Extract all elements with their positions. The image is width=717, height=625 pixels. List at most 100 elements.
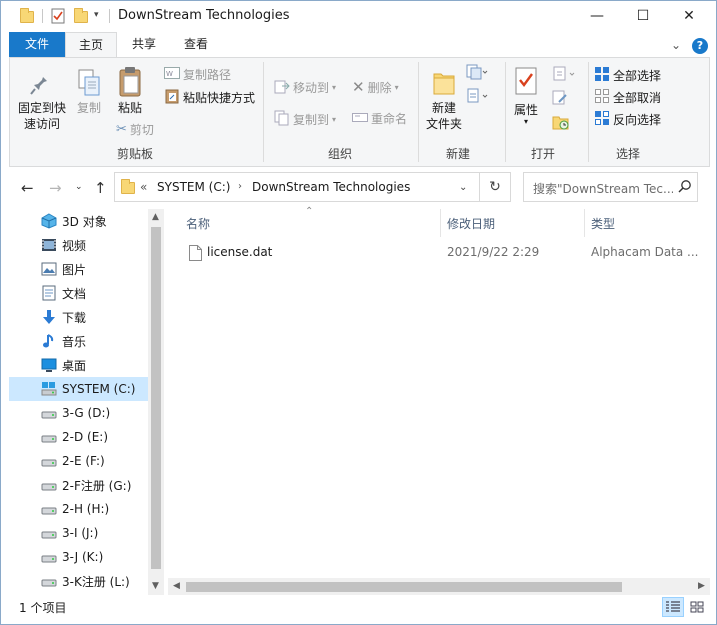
paste-shortcut-button[interactable]: 粘贴快捷方式 (164, 88, 255, 107)
new-folder-label: 新建 文件夹 (425, 101, 462, 131)
select-none-button[interactable]: 全部取消 (594, 88, 661, 107)
maximize-button[interactable]: ☐ (620, 1, 666, 31)
paste-icon (112, 66, 148, 100)
nav-item-drive-j[interactable]: 3-I (J:) (9, 521, 149, 545)
forward-arrow-icon[interactable]: → (49, 179, 62, 197)
address-dropdown-icon[interactable]: ⌄ (459, 182, 467, 193)
chevron-down-icon[interactable]: ⌄ (671, 38, 681, 52)
easy-access-icon (466, 88, 488, 107)
scissors-icon: ✂ (116, 122, 127, 137)
copy-button[interactable]: 复制 (70, 68, 108, 116)
details-view-icon[interactable] (662, 597, 684, 617)
close-button[interactable]: ✕ (666, 1, 712, 31)
copy-path-button[interactable]: W 复制路径 (164, 66, 231, 83)
nav-item-drive-d[interactable]: 3-G (D:) (9, 401, 149, 425)
nav-item-drive-h[interactable]: 2-H (H:) (9, 497, 149, 521)
content-scrollbar-thumb[interactable] (186, 582, 622, 592)
column-header-type[interactable]: 类型 (591, 215, 615, 232)
search-input[interactable]: 搜索"DownStream Tec... (533, 180, 673, 197)
column-header-name[interactable]: 名称 (186, 215, 210, 232)
pin-label: 固定到快 速访问 (17, 101, 66, 131)
tab-share[interactable]: 共享 (121, 32, 167, 58)
delete-button[interactable]: ✕ 删除 ▾ (352, 78, 399, 96)
copy-to-button[interactable]: 复制到 ▾ (274, 110, 336, 129)
select-none-label: 全部取消 (613, 91, 662, 105)
easy-access-button[interactable] (466, 88, 488, 107)
history-button[interactable] (552, 114, 570, 133)
invert-selection-button[interactable]: 反向选择 (594, 110, 661, 129)
nav-item-drive-l[interactable]: 3-K注册 (L:) (9, 569, 149, 593)
delete-label: 删除 (367, 80, 392, 95)
nav-item-downloads[interactable]: 下载 (9, 305, 149, 329)
invert-selection-icon (594, 110, 610, 129)
nav-item-drive-g[interactable]: 2-F注册 (G:) (9, 473, 149, 497)
back-arrow-icon[interactable]: ← (21, 179, 34, 197)
refresh-icon[interactable]: ↻ (480, 172, 511, 202)
nav-item-drive-k[interactable]: 3-J (K:) (9, 545, 149, 569)
new-item-button[interactable] (466, 64, 488, 83)
tab-file[interactable]: 文件 (9, 32, 65, 58)
nav-item-music[interactable]: 音乐 (9, 329, 149, 353)
group-open-label: 打开 (530, 147, 555, 161)
nav-item-pictures[interactable]: 图片 (9, 257, 149, 281)
scroll-left-icon[interactable]: ◀ (173, 581, 180, 591)
copy-icon (70, 68, 108, 100)
tab-view[interactable]: 查看 (173, 32, 219, 58)
rename-button[interactable]: 重命名 (352, 110, 407, 127)
up-arrow-icon[interactable]: ↑ (94, 179, 107, 197)
tab-home[interactable]: 主页 (65, 32, 117, 58)
nav-scrollbar-thumb[interactable] (151, 227, 161, 569)
new-folder-quick-icon[interactable] (74, 8, 88, 23)
invert-selection-label: 反向选择 (613, 113, 662, 127)
column-header-modified[interactable]: 修改日期 (447, 215, 495, 232)
scroll-up-icon[interactable]: ▲ (152, 212, 159, 222)
folder-icon (121, 179, 135, 194)
3d-objects-icon (41, 213, 57, 229)
paste-shortcut-label: 粘贴快捷方式 (183, 91, 256, 105)
breadcrumb-current-folder[interactable]: DownStream Technologies (252, 180, 410, 194)
properties-check-icon[interactable] (51, 8, 65, 27)
address-bar[interactable]: « SYSTEM (C:) › DownStream Technologies … (114, 172, 480, 202)
edit-button[interactable] (552, 90, 568, 109)
open-button[interactable] (552, 66, 578, 85)
status-item-count: 1 个项目 (19, 601, 67, 615)
properties-button[interactable]: 属性 ▾ (508, 66, 544, 126)
drive-icon (41, 501, 57, 517)
pictures-icon (41, 261, 57, 277)
paste-button[interactable]: 粘贴 (112, 66, 148, 116)
scroll-right-icon[interactable]: ▶ (698, 581, 705, 591)
nav-item-documents[interactable]: 文档 (9, 281, 149, 305)
history-icon (552, 114, 570, 133)
nav-item-desktop[interactable]: 桌面 (9, 353, 149, 377)
nav-item-drive-f[interactable]: 2-E (F:) (9, 449, 149, 473)
new-item-icon (466, 64, 488, 83)
nav-item-videos[interactable]: 视频 (9, 233, 149, 257)
scroll-down-icon[interactable]: ▼ (152, 581, 159, 591)
minimize-button[interactable]: — (574, 1, 620, 31)
select-all-button[interactable]: 全部选择 (594, 66, 661, 85)
music-icon (41, 333, 57, 349)
search-icon[interactable] (678, 179, 692, 196)
breadcrumb-system-drive[interactable]: SYSTEM (C:) (157, 180, 230, 194)
move-to-button[interactable]: 移动到 ▾ (274, 78, 336, 97)
pin-quick-access-button[interactable]: 固定到快 速访问 (14, 70, 70, 132)
copy-path-icon: W (164, 67, 180, 82)
breadcrumb-overflow[interactable]: « (140, 180, 147, 194)
nav-item-3d-objects[interactable]: 3D 对象 (9, 209, 149, 233)
downloads-icon (41, 309, 57, 325)
customize-quick-access-icon[interactable]: ▾ (94, 10, 99, 20)
group-new-label: 新建 (445, 147, 470, 161)
nav-item-system-drive[interactable]: SYSTEM (C:) (9, 377, 149, 401)
large-icons-view-icon[interactable] (686, 597, 708, 617)
cut-button[interactable]: ✂ 剪切 (116, 121, 154, 138)
nav-item-drive-e[interactable]: 2-D (E:) (9, 425, 149, 449)
recent-locations-chevron-icon[interactable]: ⌄ (75, 182, 83, 192)
documents-icon (41, 285, 57, 301)
file-row[interactable]: license.dat 2021/9/22 2:29 Alphacam Data… (184, 242, 704, 264)
paste-label: 粘贴 (117, 101, 142, 115)
sort-ascending-icon: ⌃ (305, 206, 314, 217)
new-folder-button[interactable]: 新建 文件夹 (420, 68, 468, 132)
search-box[interactable]: 搜索"DownStream Tec... (523, 172, 698, 202)
file-icon (189, 245, 202, 264)
help-icon[interactable]: ? (692, 38, 708, 54)
